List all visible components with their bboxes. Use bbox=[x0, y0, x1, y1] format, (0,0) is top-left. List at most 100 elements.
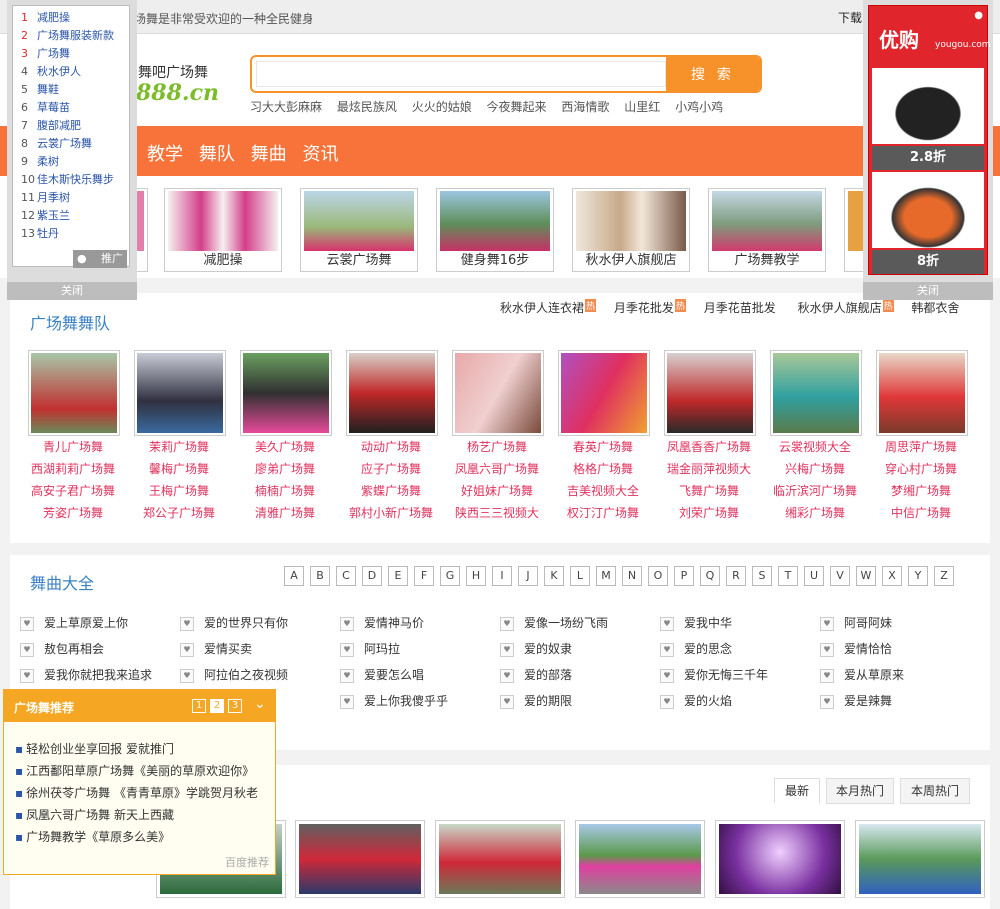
letter-e[interactable]: E bbox=[388, 566, 408, 586]
letter-k[interactable]: K bbox=[544, 566, 564, 586]
team-name-link[interactable]: 格格广场舞 bbox=[548, 458, 658, 480]
team-photo[interactable] bbox=[558, 350, 650, 436]
team-photo[interactable] bbox=[240, 350, 332, 436]
team-name-link[interactable]: 穿心村广场舞 bbox=[866, 458, 976, 480]
team-photo[interactable] bbox=[346, 350, 438, 436]
letter-v[interactable]: V bbox=[830, 566, 850, 586]
song-item[interactable]: ♥ 爱的部落 bbox=[500, 666, 572, 683]
song-item[interactable]: ♥ 爱的奴隶 bbox=[500, 640, 572, 657]
team-name-link[interactable]: 动动广场舞 bbox=[336, 436, 446, 458]
recommend-item[interactable]: 轻松创业坐享回报 爱就推门 bbox=[15, 740, 174, 757]
letter-j[interactable]: J bbox=[518, 566, 538, 586]
song-item[interactable]: ♥ 爱情买卖 bbox=[180, 640, 252, 657]
letter-b[interactable]: B bbox=[310, 566, 330, 586]
hot-keyword[interactable]: 最炫民族风 bbox=[337, 100, 397, 114]
team-photo[interactable] bbox=[452, 350, 544, 436]
recommend-item[interactable]: 徐州茯苓广场舞 《青青草原》学跳贺月秋老 bbox=[15, 784, 258, 801]
letter-l[interactable]: L bbox=[570, 566, 590, 586]
letter-r[interactable]: R bbox=[726, 566, 746, 586]
team-name-link[interactable]: 西湖莉莉广场舞 bbox=[18, 458, 128, 480]
letter-u[interactable]: U bbox=[804, 566, 824, 586]
team-photo[interactable] bbox=[134, 350, 226, 436]
team-name-link[interactable]: 郑公子广场舞 bbox=[124, 502, 234, 524]
team-photo[interactable] bbox=[770, 350, 862, 436]
right-close-button[interactable]: 关闭 bbox=[863, 282, 993, 300]
team-name-link[interactable]: 清雅广场舞 bbox=[230, 502, 340, 524]
team-name-link[interactable]: 周思萍广场舞 bbox=[866, 436, 976, 458]
song-item[interactable]: ♥ 爱的火焰 bbox=[660, 692, 732, 709]
team-link[interactable]: 秋水伊人连衣裙 bbox=[500, 301, 584, 315]
song-item[interactable]: ♥ 爱像一场纷飞雨 bbox=[500, 614, 608, 631]
search-button[interactable]: 搜 索 bbox=[666, 57, 760, 91]
hot-search-item[interactable]: 9 柔树 bbox=[21, 153, 59, 169]
letter-n[interactable]: N bbox=[622, 566, 642, 586]
featured-item[interactable]: 广场舞教学 bbox=[708, 188, 826, 272]
recommend-item[interactable]: 凤凰六哥广场舞 新天上西藏 bbox=[15, 806, 174, 823]
team-name-link[interactable]: 刘荣广场舞 bbox=[654, 502, 764, 524]
song-item[interactable]: ♥ 敖包再相会 bbox=[20, 640, 104, 657]
team-name-link[interactable]: 青儿广场舞 bbox=[18, 436, 128, 458]
hot-keyword[interactable]: 习大大彭麻麻 bbox=[250, 100, 322, 114]
song-item[interactable]: ♥ 爱我你就把我来追求 bbox=[20, 666, 152, 683]
team-name-link[interactable]: 杨艺广场舞 bbox=[442, 436, 552, 458]
hot-search-item[interactable]: 11 月季树 bbox=[21, 189, 70, 205]
hot-search-item[interactable]: 10 佳木斯快乐舞步 bbox=[21, 171, 114, 187]
team-name-link[interactable]: 馨梅广场舞 bbox=[124, 458, 234, 480]
tab-month-hot[interactable]: 本月热门 bbox=[826, 778, 894, 804]
collapse-icon[interactable]: ⌄ bbox=[254, 696, 266, 712]
letter-d[interactable]: D bbox=[362, 566, 382, 586]
letter-x[interactable]: X bbox=[882, 566, 902, 586]
hot-search-item[interactable]: 1 减肥操 bbox=[21, 9, 70, 25]
team-name-link[interactable]: 高安子君广场舞 bbox=[18, 480, 128, 502]
hot-keyword[interactable]: 火火的姑娘 bbox=[412, 100, 472, 114]
letter-s[interactable]: S bbox=[752, 566, 772, 586]
team-link[interactable]: 月季花批发 bbox=[614, 301, 674, 315]
hot-search-item[interactable]: 6 草莓苗 bbox=[21, 99, 70, 115]
team-name-link[interactable]: 美久广场舞 bbox=[230, 436, 340, 458]
hot-search-item[interactable]: 13 牡丹 bbox=[21, 225, 59, 241]
nav-news[interactable]: 资讯 bbox=[302, 144, 338, 165]
song-item[interactable]: ♥ 爱你无悔三千年 bbox=[660, 666, 768, 683]
search-input[interactable] bbox=[256, 61, 666, 87]
letter-t[interactable]: T bbox=[778, 566, 798, 586]
team-name-link[interactable]: 春英广场舞 bbox=[548, 436, 658, 458]
nav-teams[interactable]: 舞队 bbox=[199, 144, 235, 165]
video-thumb[interactable] bbox=[295, 820, 425, 898]
hot-keyword[interactable]: 西海情歌 bbox=[561, 100, 609, 114]
hot-search-item[interactable]: 4 秋水伊人 bbox=[21, 63, 81, 79]
hot-keyword[interactable]: 山里红 bbox=[624, 100, 660, 114]
team-name-link[interactable]: 云裳视频大全 bbox=[760, 436, 870, 458]
letter-o[interactable]: O bbox=[648, 566, 668, 586]
song-item[interactable]: ♥ 阿玛拉 bbox=[340, 640, 400, 657]
team-name-link[interactable]: 王梅广场舞 bbox=[124, 480, 234, 502]
song-item[interactable]: ♥ 爱要怎么唱 bbox=[340, 666, 424, 683]
team-name-link[interactable]: 权汀汀广场舞 bbox=[548, 502, 658, 524]
page-3[interactable]: 3 bbox=[228, 699, 242, 713]
hot-search-item[interactable]: 5 舞鞋 bbox=[21, 81, 59, 97]
team-name-link[interactable]: 临沂滨河广场舞 bbox=[760, 480, 870, 502]
song-item[interactable]: ♥ 爱情神马价 bbox=[340, 614, 424, 631]
hot-search-item[interactable]: 8 云裳广场舞 bbox=[21, 135, 92, 151]
song-item[interactable]: ♥ 阿哥阿妹 bbox=[820, 614, 892, 631]
hot-keyword[interactable]: 小鸡小鸡 bbox=[675, 100, 723, 114]
team-name-link[interactable]: 中信广场舞 bbox=[866, 502, 976, 524]
letter-y[interactable]: Y bbox=[908, 566, 928, 586]
song-item[interactable]: ♥ 爱情恰恰 bbox=[820, 640, 892, 657]
letter-m[interactable]: M bbox=[596, 566, 616, 586]
team-link[interactable]: 韩都衣舍 bbox=[911, 301, 959, 315]
song-item[interactable]: ♥ 阿拉伯之夜视频 bbox=[180, 666, 288, 683]
featured-item[interactable]: 健身舞16步 bbox=[436, 188, 554, 272]
team-name-link[interactable]: 瑞金丽萍视频大 bbox=[654, 458, 764, 480]
letter-w[interactable]: W bbox=[856, 566, 876, 586]
tab-latest[interactable]: 最新 bbox=[774, 778, 820, 804]
song-item[interactable]: ♥ 爱的思念 bbox=[660, 640, 732, 657]
letter-h[interactable]: H bbox=[466, 566, 486, 586]
left-close-button[interactable]: 关闭 bbox=[7, 282, 137, 300]
letter-q[interactable]: Q bbox=[700, 566, 720, 586]
team-photo[interactable] bbox=[876, 350, 968, 436]
nav-music[interactable]: 舞曲 bbox=[251, 144, 287, 165]
hot-search-item[interactable]: 12 紫玉兰 bbox=[21, 207, 70, 223]
recommend-item[interactable]: 广场舞教学《草原多么美》 bbox=[15, 828, 170, 845]
video-thumb[interactable] bbox=[715, 820, 845, 898]
team-name-link[interactable]: 梦缃广场舞 bbox=[866, 480, 976, 502]
